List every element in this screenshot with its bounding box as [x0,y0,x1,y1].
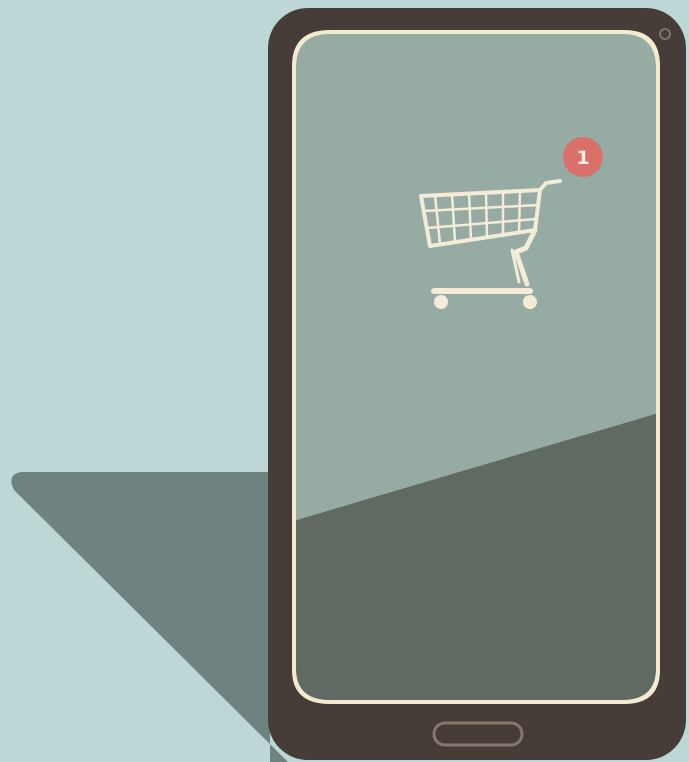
illustration-canvas: 1 [0,0,689,762]
illustration-scene: 1 [0,0,689,762]
notification-badge-icon: 1 [563,137,603,177]
smartphone-icon [268,8,686,760]
phone-screen [296,34,656,700]
cart-badge-count: 1 [576,147,589,169]
